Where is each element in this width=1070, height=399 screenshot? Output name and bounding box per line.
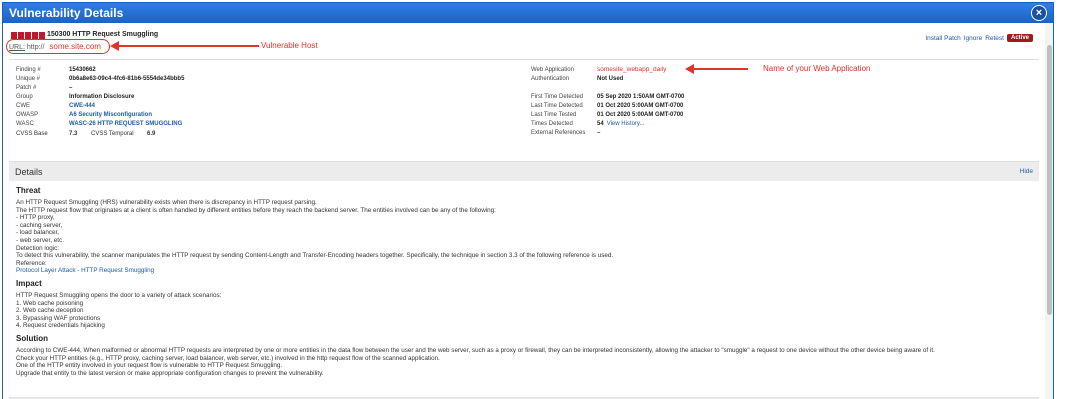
cvss-temporal-value: 6.9 [147, 131, 156, 137]
url-row: URL: http:// some.site.com [9, 42, 101, 51]
impact-line: 4. Request credentials hijacking [16, 322, 105, 330]
severity-level-3 [25, 32, 31, 39]
threat-heading: Threat [16, 186, 41, 195]
field-group: Group Information Disclosure [16, 93, 135, 100]
severity-level-4 [32, 32, 38, 39]
ignore-link[interactable]: Ignore [964, 35, 982, 42]
finding-fields: Finding #15430662 Unique #0b6a8e63-09c4-… [16, 65, 185, 138]
field-last-detected: Last Time Detected 01 Oct 2020 5:00AM GMT… [531, 102, 684, 109]
retest-link[interactable]: Retest [985, 35, 1004, 42]
impact-line: 3. Bypassing WAF protections [16, 314, 101, 322]
scrollbar-thumb[interactable] [1047, 45, 1052, 315]
url-prefix: http:// [26, 44, 45, 51]
solution-section: Solution According to CWE-444, When malf… [16, 334, 1036, 377]
details-content: Threat An HTTP Request Smuggling (HRS) v… [16, 186, 1036, 381]
severity-level-5 [39, 32, 45, 39]
threat-line: The HTTP request flow that originates at… [16, 206, 496, 214]
solution-line: Upgrade that entity to the latest versio… [16, 369, 324, 377]
impact-heading: Impact [16, 278, 42, 288]
view-history-link[interactable]: View History... [607, 121, 645, 127]
vulnerable-host-annotation: Vulnerable Host [261, 41, 318, 50]
details-section-header: Details Hide [9, 161, 1039, 181]
solution-heading: Solution [16, 333, 48, 343]
field-finding: Finding #15430662 [16, 66, 96, 73]
close-button[interactable]: × [1031, 5, 1047, 21]
impact-line: HTTP Request Smuggling opens the door to… [16, 291, 222, 299]
wasc-link[interactable]: WASC-26 HTTP REQUEST SMUGGLING [69, 121, 182, 127]
field-web-application: Web Application somesite_webapp_daily [531, 66, 667, 73]
threat-section: Threat An HTTP Request Smuggling (HRS) v… [16, 186, 1036, 275]
severity-indicator [11, 32, 45, 39]
url-host[interactable]: some.site.com [49, 42, 101, 51]
cvss-base-label: CVSS Base [16, 131, 48, 137]
reference-link[interactable]: Protocol Layer Attack - HTTP Request Smu… [16, 267, 154, 274]
impact-line: 2. Web cache deception [16, 307, 84, 315]
web-app-annotation: Name of your Web Application [763, 64, 871, 73]
threat-line: - web server, etc. [16, 236, 64, 244]
url-label: URL: [9, 44, 25, 51]
threat-line: To detect this vulnerability, the scanne… [16, 252, 614, 260]
field-owasp: OWASP A6 Security Misconfiguration [16, 111, 153, 118]
window-title: Vulnerability Details [9, 6, 124, 20]
cvss-base-value: 7.3 [69, 131, 78, 137]
hide-link[interactable]: Hide [1020, 168, 1033, 175]
solution-line: One of the HTTP entity involved in your … [16, 362, 283, 370]
field-unique: Unique #0b6a8e63-09c4-4fc6-81b6-5554de34… [16, 75, 185, 82]
field-cwe: CWE CWE-444 [16, 102, 96, 109]
field-wasc: WASC WASC-26 HTTP REQUEST SMUGGLING [16, 120, 183, 127]
header-divider [9, 59, 1039, 60]
vulnerable-host-arrow [117, 45, 259, 47]
details-title: Details [15, 166, 43, 177]
impact-section: Impact HTTP Request Smuggling opens the … [16, 279, 1036, 330]
solution-line: Check your HTTP entities (e.g., HTTP pro… [16, 354, 440, 362]
threat-line: Reference: [16, 259, 47, 267]
severity-level-2 [18, 32, 24, 39]
owasp-link[interactable]: A6 Security Misconfiguration [69, 112, 152, 118]
cvss-temporal-label: CVSS Temporal [91, 131, 134, 137]
field-times-detected: Times Detected 54 View History... [531, 120, 645, 127]
field-authentication: Authentication Not Used [531, 75, 624, 82]
finding-header: 150300 HTTP Request Smuggling URL: http:… [6, 30, 1039, 56]
severity-level-1 [11, 32, 17, 39]
action-links: Install Patch Ignore Retest Active [925, 34, 1033, 42]
vertical-scrollbar[interactable] [1045, 23, 1053, 399]
threat-line: - HTTP proxy, [16, 214, 55, 222]
cwe-link[interactable]: CWE-444 [69, 103, 95, 109]
field-external-references: External References – [531, 129, 601, 136]
detection-fields: Web Application somesite_webapp_daily Aut… [531, 65, 684, 137]
vulnerability-details-window: Vulnerability Details × 150300 HTTP Requ… [2, 2, 1054, 399]
field-first-detected: First Time Detected 05 Sep 2020 1:50AM GM… [531, 93, 685, 100]
title-bar: Vulnerability Details × [3, 3, 1053, 23]
threat-line: - caching server, [16, 221, 63, 229]
threat-line: Detection logic: [16, 244, 60, 252]
threat-line: - load balancer, [16, 229, 60, 237]
vulnerability-title: 150300 HTTP Request Smuggling [47, 31, 159, 38]
cvss-scores: CVSS Base 7.3 CVSS Temporal 6.9 [16, 131, 184, 137]
web-application-name[interactable]: somesite_webapp_daily [597, 66, 666, 73]
impact-line: 1. Web cache poisoning [16, 299, 84, 307]
field-patch: Patch # – [16, 84, 73, 91]
web-app-arrow [692, 68, 748, 70]
threat-line: An HTTP Request Smuggling (HRS) vulnerab… [16, 199, 317, 206]
field-last-tested: Last Time Tested 01 Oct 2020 5:00AM GMT-0… [531, 111, 684, 118]
status-badge: Active [1006, 34, 1033, 42]
solution-line: According to CWE-444, When malformed or … [16, 346, 935, 354]
install-patch-link[interactable]: Install Patch [925, 35, 960, 42]
